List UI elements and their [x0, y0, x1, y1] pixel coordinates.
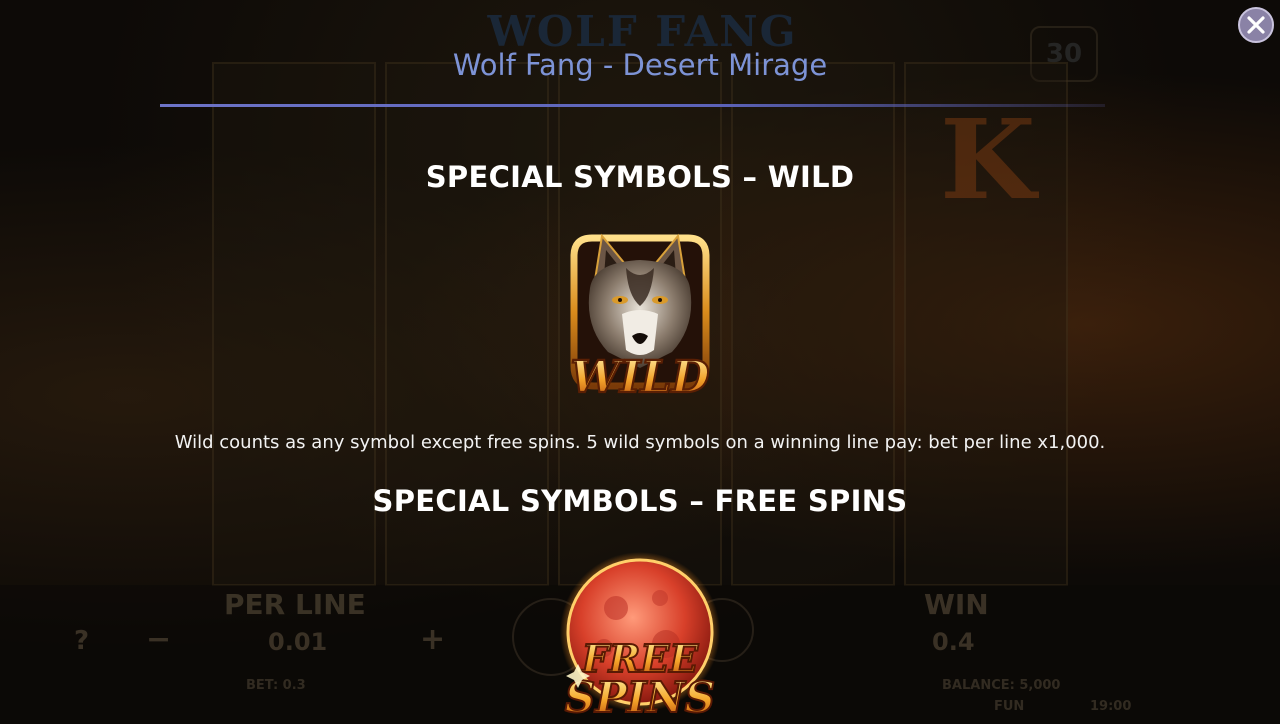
close-icon [1247, 16, 1265, 34]
free-spins-section-heading: SPECIAL SYMBOLS – FREE SPINS [372, 484, 908, 518]
wild-description: Wild counts as any symbol except free sp… [174, 432, 1106, 453]
spins-symbol-text: SPINS [565, 673, 715, 720]
title-divider [160, 104, 1105, 107]
paytable-overlay: Wolf Fang - Desert Mirage SPECIAL SYMBOL… [0, 0, 1280, 723]
wild-section-heading: SPECIAL SYMBOLS – WILD [425, 160, 855, 194]
wild-symbol-text: WILD [570, 352, 709, 402]
red-moon-free-spins-icon: FREE SPINS [556, 552, 724, 723]
wolf-wild-icon: WILD [560, 226, 720, 404]
close-button[interactable] [1238, 7, 1274, 43]
page-title: Wolf Fang - Desert Mirage [452, 48, 828, 82]
